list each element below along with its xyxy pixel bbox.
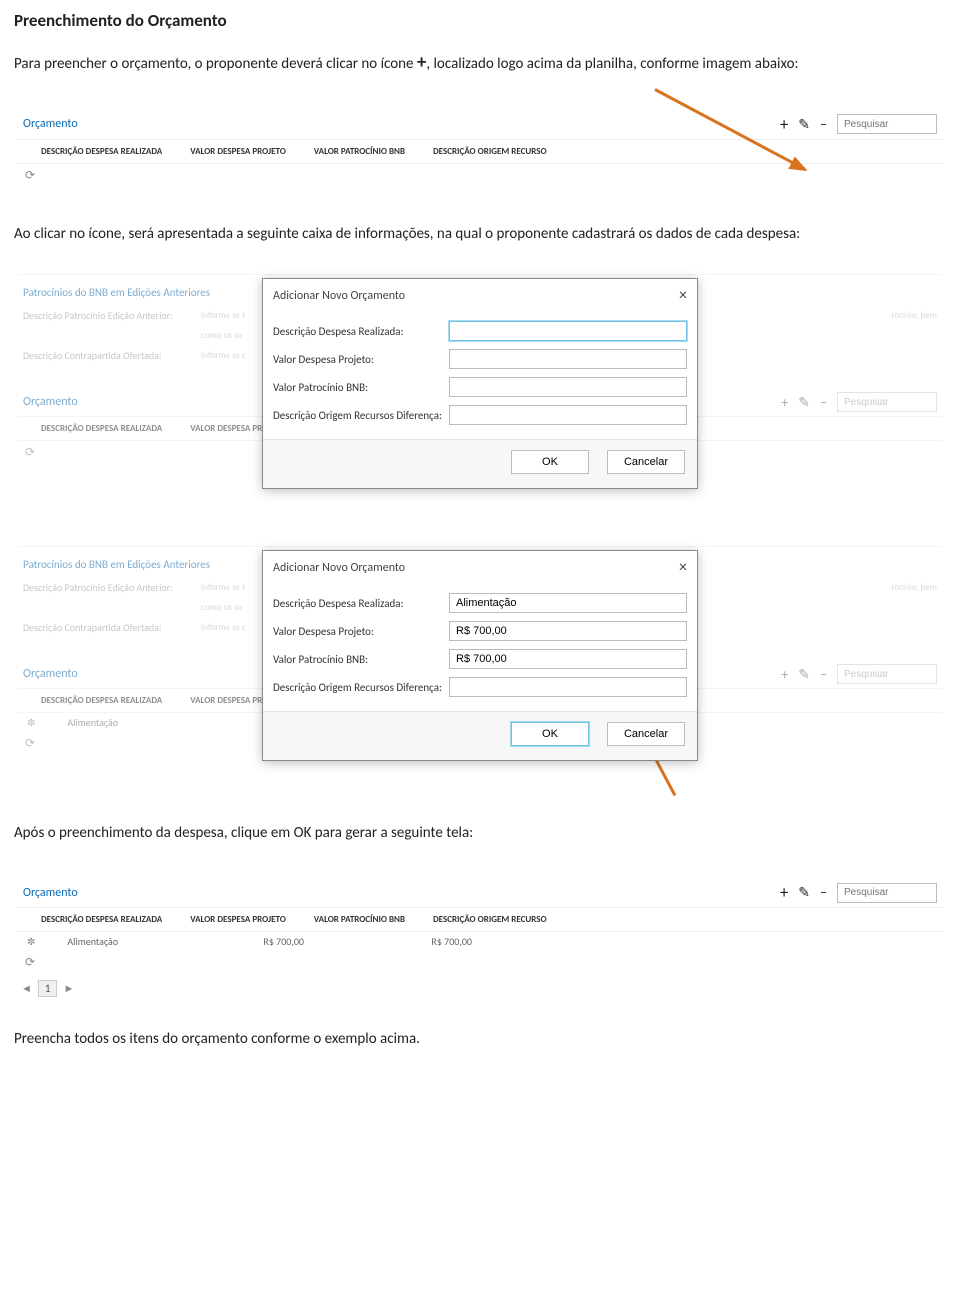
faded3-pencil-icon[interactable]: ✎ <box>798 666 810 683</box>
faded-col1: DESCRIÇÃO DESPESA REALIZADA <box>41 423 162 434</box>
pencil-icon[interactable]: ✎ <box>798 116 810 133</box>
paragraph-3: Após o preenchimento da despesa, clique … <box>14 823 946 845</box>
orcamento-section-title: Orçamento <box>23 117 774 131</box>
screenshot-2: Patrocínios do BNB em Edições Anteriores… <box>14 269 946 519</box>
screenshot-4: Orçamento + ✎ − 🔍 DESCRIÇÃO DESPESA REAL… <box>14 869 946 1008</box>
faded3-c1: Alimentação <box>67 716 235 729</box>
row-c1: Alimentação <box>67 935 235 948</box>
col-valor-projeto: VALOR DESPESA PROJETO <box>190 146 286 157</box>
faded3-minus-icon[interactable]: − <box>820 666 827 683</box>
intro-plus-glyph: + <box>417 51 426 74</box>
modal-filled-title: Adicionar Novo Orçamento <box>273 561 679 575</box>
pager-prev-icon[interactable]: ◄ <box>21 982 32 995</box>
faded3-col1: DESCRIÇÃO DESPESA REALIZADA <box>41 695 162 706</box>
intro-paragraph: Para preencher o orçamento, o proponente… <box>14 49 946 77</box>
add-orcamento-modal-empty: Adicionar Novo Orçamento × Descrição Des… <box>262 278 698 489</box>
filled-input-valor-projeto[interactable] <box>449 621 687 641</box>
cancel-button-2[interactable]: Cancelar <box>607 722 685 746</box>
cancel-button[interactable]: Cancelar <box>607 450 685 474</box>
filled-input-origem[interactable] <box>449 677 687 697</box>
intro-text-b: , localizado logo acima da planilha, con… <box>426 55 798 73</box>
pencil-icon-4[interactable]: ✎ <box>798 884 810 901</box>
faded3-gear-icon: ✼ <box>27 716 35 729</box>
modal-filled-close-icon[interactable]: × <box>679 563 687 573</box>
pager-current[interactable]: 1 <box>38 980 58 997</box>
ok-button-highlighted[interactable]: OK <box>511 722 589 746</box>
faded-search[interactable]: 🔍 <box>837 392 937 412</box>
pager: ◄ 1 ► <box>17 974 943 997</box>
row-c3: R$ 700,00 <box>431 935 566 948</box>
intro-text-a: Para preencher o orçamento, o proponente… <box>14 55 417 73</box>
plus-icon-4[interactable]: + <box>780 882 788 903</box>
filled-label-desc: Descrição Despesa Realizada: <box>273 597 449 610</box>
col4-c2: VALOR DESPESA PROJETO <box>190 914 286 925</box>
ok-button[interactable]: OK <box>511 450 589 474</box>
filled-label-origem: Descrição Origem Recursos Diferença: <box>273 681 449 694</box>
add-orcamento-modal-filled: Adicionar Novo Orçamento × Descrição Des… <box>262 550 698 761</box>
col-origem: DESCRIÇÃO ORIGEM RECURSO <box>433 146 547 157</box>
faded-label-1: Descrição Patrocínio Edição Anterior: <box>23 309 193 322</box>
minus-icon-4[interactable]: − <box>820 884 827 901</box>
faded-search-input[interactable] <box>842 396 960 409</box>
col4-c3: VALOR PATROCÍNIO BNB <box>314 914 405 925</box>
screenshot-1: Orçamento + ✎ − 🔍 DESCRIÇÃO DESPESA REAL… <box>14 101 946 202</box>
col4-c4: DESCRIÇÃO ORIGEM RECURSO <box>433 914 547 925</box>
input-valor-bnb[interactable] <box>449 377 687 397</box>
screenshot-3: Patrocínios do BNB em Edições Anteriores… <box>14 541 946 801</box>
search-input-4[interactable] <box>842 886 960 899</box>
field-label-desc-despesa: Descrição Despesa Realizada: <box>273 325 449 338</box>
close-icon[interactable]: × <box>679 291 687 301</box>
input-origem[interactable] <box>449 405 687 425</box>
filled-label-valor-projeto: Valor Despesa Projeto: <box>273 625 449 638</box>
orcamento-toolbar: Orçamento + ✎ − 🔍 <box>17 106 943 139</box>
filled-label-valor-bnb: Valor Patrocínio BNB: <box>273 653 449 666</box>
field-label-valor-bnb: Valor Patrocínio BNB: <box>273 381 449 394</box>
minus-icon[interactable]: − <box>820 116 827 133</box>
paragraph-2: Ao clicar no ícone, será apresentada a s… <box>14 224 946 246</box>
filled-input-desc[interactable] <box>449 593 687 613</box>
faded-plus-icon[interactable]: + <box>781 394 788 411</box>
search-input[interactable] <box>842 118 960 131</box>
col-desc-despesa: DESCRIÇÃO DESPESA REALIZADA <box>41 146 162 157</box>
col-valor-bnb: VALOR PATROCÍNIO BNB <box>314 146 405 157</box>
faded3-search[interactable]: 🔍 <box>837 664 937 684</box>
modal-title: Adicionar Novo Orçamento <box>273 289 679 303</box>
row-c2: R$ 700,00 <box>263 935 403 948</box>
table-row[interactable]: ✼ Alimentação R$ 700,00 R$ 700,00 <box>17 932 943 951</box>
field-label-origem: Descrição Origem Recursos Diferença: <box>273 409 449 422</box>
table-header-row: DESCRIÇÃO DESPESA REALIZADA VALOR DESPES… <box>17 139 943 163</box>
page-heading: Preenchimento do Orçamento <box>14 10 946 31</box>
pager-next-icon[interactable]: ► <box>63 982 74 995</box>
search-box[interactable]: 🔍 <box>837 114 937 134</box>
col4-c1: DESCRIÇÃO DESPESA REALIZADA <box>41 914 162 925</box>
input-valor-projeto[interactable] <box>449 349 687 369</box>
faded3-plus-icon[interactable]: + <box>781 666 788 683</box>
faded-label-2: Descrição Contrapartida Ofertada: <box>23 349 193 362</box>
row-gear-icon[interactable]: ✼ <box>27 935 35 948</box>
input-desc-despesa[interactable] <box>449 321 687 341</box>
faded3-label-1: Descrição Patrocínio Edição Anterior: <box>23 581 193 594</box>
loader-4: ⟳ <box>17 951 943 974</box>
faded-minus-icon[interactable]: − <box>820 394 827 411</box>
field-label-valor-projeto: Valor Despesa Projeto: <box>273 353 449 366</box>
faded-pencil-icon[interactable]: ✎ <box>798 394 810 411</box>
search-box-4[interactable]: 🔍 <box>837 883 937 903</box>
orcamento-title-4: Orçamento <box>23 886 774 900</box>
paragraph-4: Preencha todos os itens do orçamento con… <box>14 1030 946 1048</box>
faded3-search-input[interactable] <box>842 668 960 681</box>
faded3-label-2: Descrição Contrapartida Ofertada: <box>23 621 193 634</box>
filled-input-valor-bnb[interactable] <box>449 649 687 669</box>
plus-icon[interactable]: + <box>780 114 788 135</box>
